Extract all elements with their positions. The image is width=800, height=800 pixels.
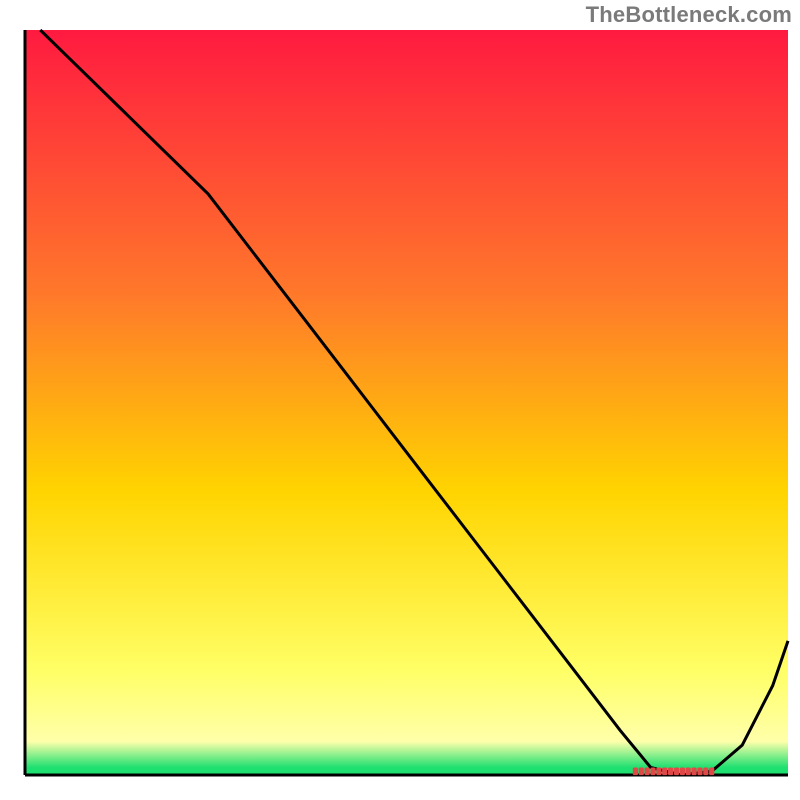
chart-container: TheBottleneck.com	[0, 0, 800, 800]
bottleneck-chart	[0, 0, 800, 800]
plot-background	[25, 30, 788, 775]
watermark-text: TheBottleneck.com	[586, 2, 792, 28]
